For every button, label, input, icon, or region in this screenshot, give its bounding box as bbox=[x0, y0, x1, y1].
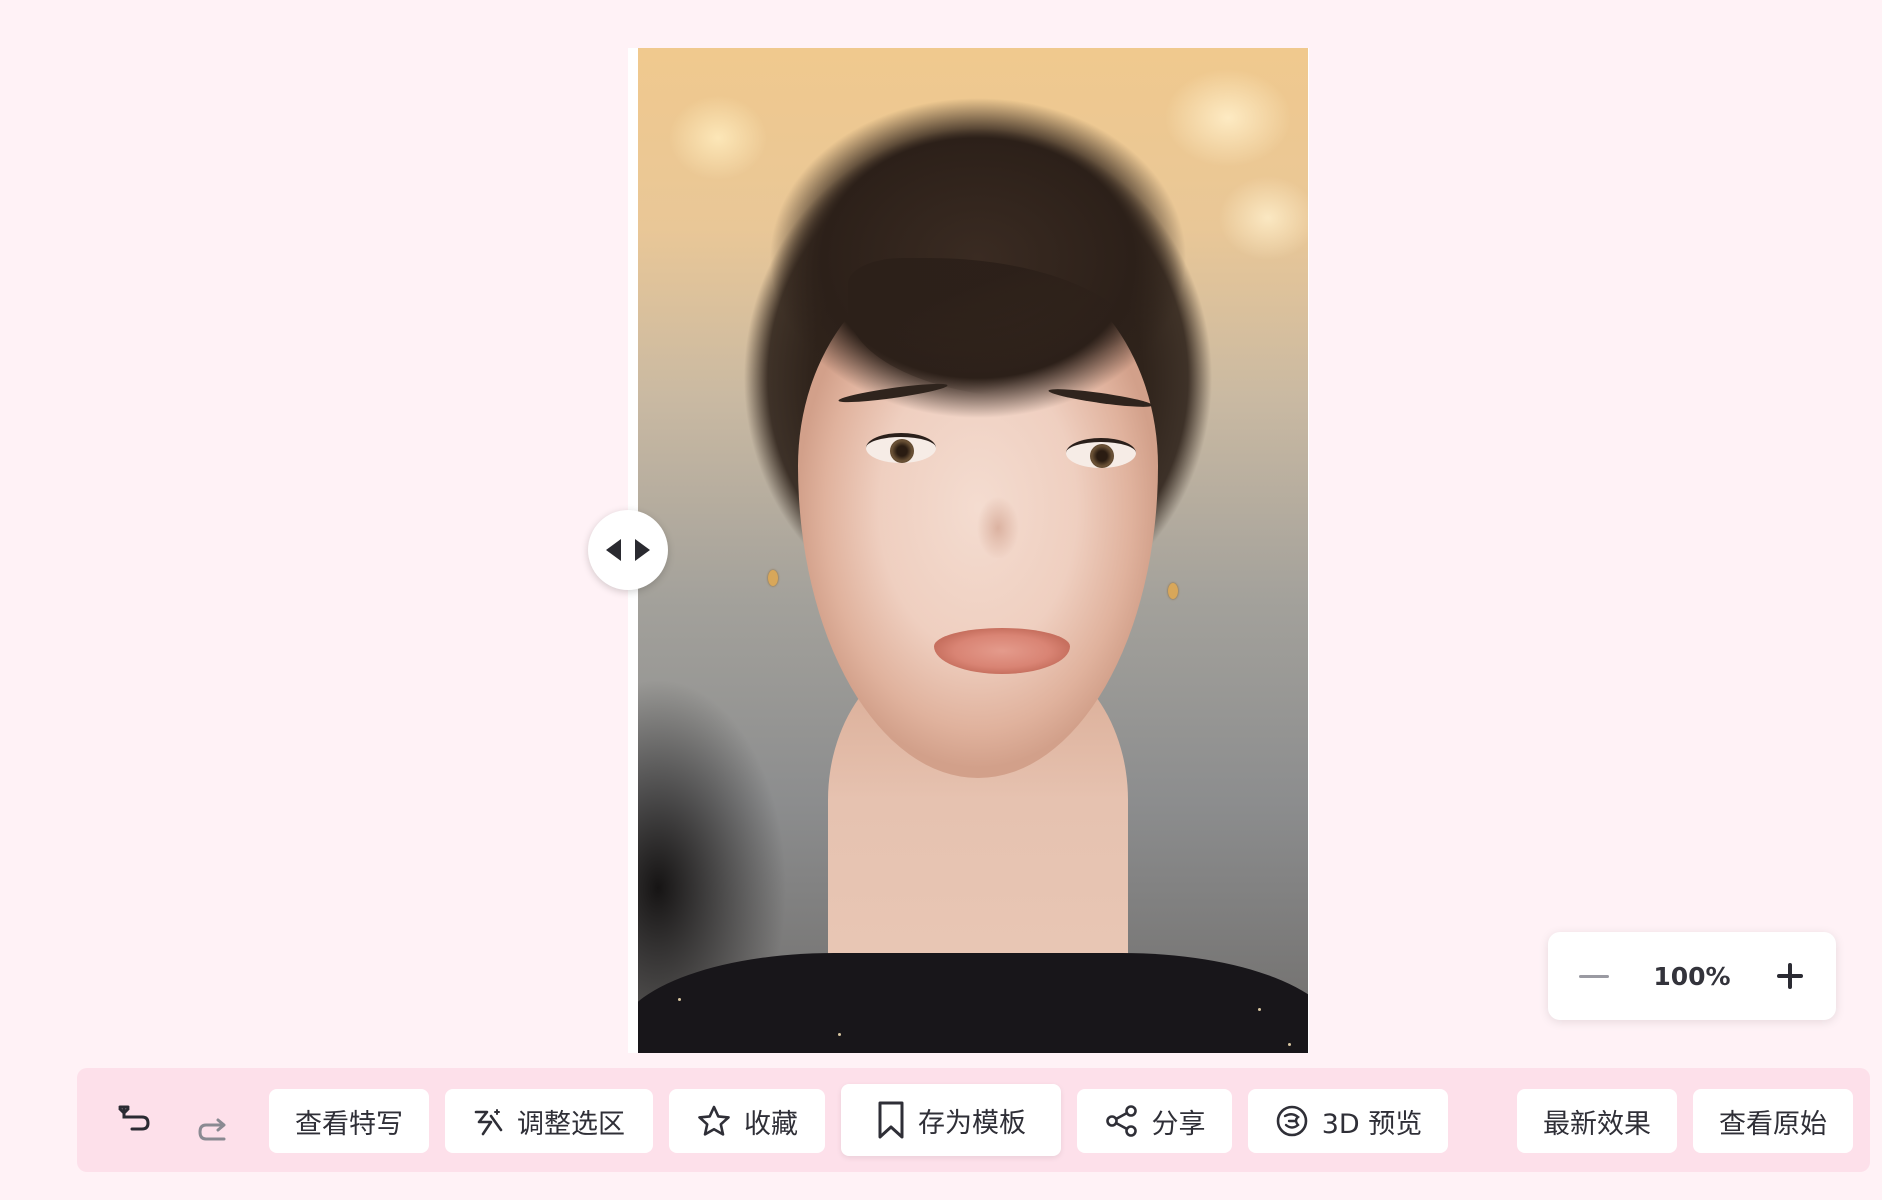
view-closeup-button[interactable]: 查看特写 bbox=[269, 1089, 429, 1153]
latest-result-button[interactable]: 最新效果 bbox=[1517, 1089, 1677, 1153]
latest-result-label: 最新效果 bbox=[1543, 1108, 1651, 1140]
bottom-toolbar: 查看特写 调整选区 收藏 存为模板 分享 3D 预览 最新效果 查看原始 bbox=[77, 1068, 1870, 1172]
zoom-control: 100% bbox=[1548, 932, 1836, 1020]
bookmark-icon bbox=[878, 1101, 904, 1139]
portrait-image bbox=[638, 48, 1308, 1053]
plus-icon bbox=[1776, 963, 1803, 989]
share-label: 分享 bbox=[1151, 1108, 1206, 1140]
save-as-template-label: 存为模板 bbox=[918, 1107, 1026, 1139]
sparkle bbox=[1258, 1008, 1261, 1011]
view-closeup-label: 查看特写 bbox=[295, 1108, 403, 1140]
preview-3d-button[interactable]: 3D 预览 bbox=[1248, 1089, 1448, 1153]
zoom-out-button[interactable] bbox=[1570, 952, 1618, 1000]
nose bbox=[968, 468, 1028, 558]
adjust-selection-label: 调整选区 bbox=[517, 1108, 625, 1140]
sparkle bbox=[678, 998, 681, 1001]
redo-button[interactable] bbox=[187, 1110, 239, 1154]
rotate-3d-icon bbox=[1276, 1105, 1308, 1137]
favorite-button[interactable]: 收藏 bbox=[669, 1089, 825, 1153]
sparkle bbox=[838, 1033, 841, 1036]
view-original-label: 查看原始 bbox=[1719, 1108, 1827, 1140]
triangle-left-icon bbox=[606, 539, 621, 561]
favorite-label: 收藏 bbox=[744, 1108, 798, 1140]
adjust-selection-button[interactable]: 调整选区 bbox=[445, 1089, 653, 1153]
undo-button[interactable] bbox=[109, 1096, 161, 1140]
zoom-level: 100% bbox=[1653, 961, 1731, 991]
preview-3d-label: 3D 预览 bbox=[1321, 1108, 1423, 1140]
sparkle bbox=[1288, 1043, 1291, 1046]
share-button[interactable]: 分享 bbox=[1077, 1089, 1232, 1153]
magic-wand-icon bbox=[474, 1109, 503, 1136]
minus-icon bbox=[1579, 974, 1609, 978]
right-earring bbox=[1168, 583, 1178, 599]
share-icon bbox=[1105, 1105, 1137, 1137]
left-earring bbox=[768, 570, 778, 586]
view-original-button[interactable]: 查看原始 bbox=[1693, 1089, 1853, 1153]
star-icon bbox=[698, 1105, 730, 1136]
zoom-in-button[interactable] bbox=[1766, 952, 1814, 1000]
undo-icon bbox=[118, 1105, 150, 1131]
save-as-template-button[interactable]: 存为模板 bbox=[841, 1084, 1061, 1156]
left-eye bbox=[866, 433, 936, 463]
compare-slider-handle[interactable] bbox=[588, 510, 668, 590]
sweater bbox=[638, 953, 1308, 1053]
right-eye bbox=[1066, 438, 1136, 468]
triangle-right-icon bbox=[635, 539, 650, 561]
redo-icon bbox=[198, 1118, 226, 1141]
